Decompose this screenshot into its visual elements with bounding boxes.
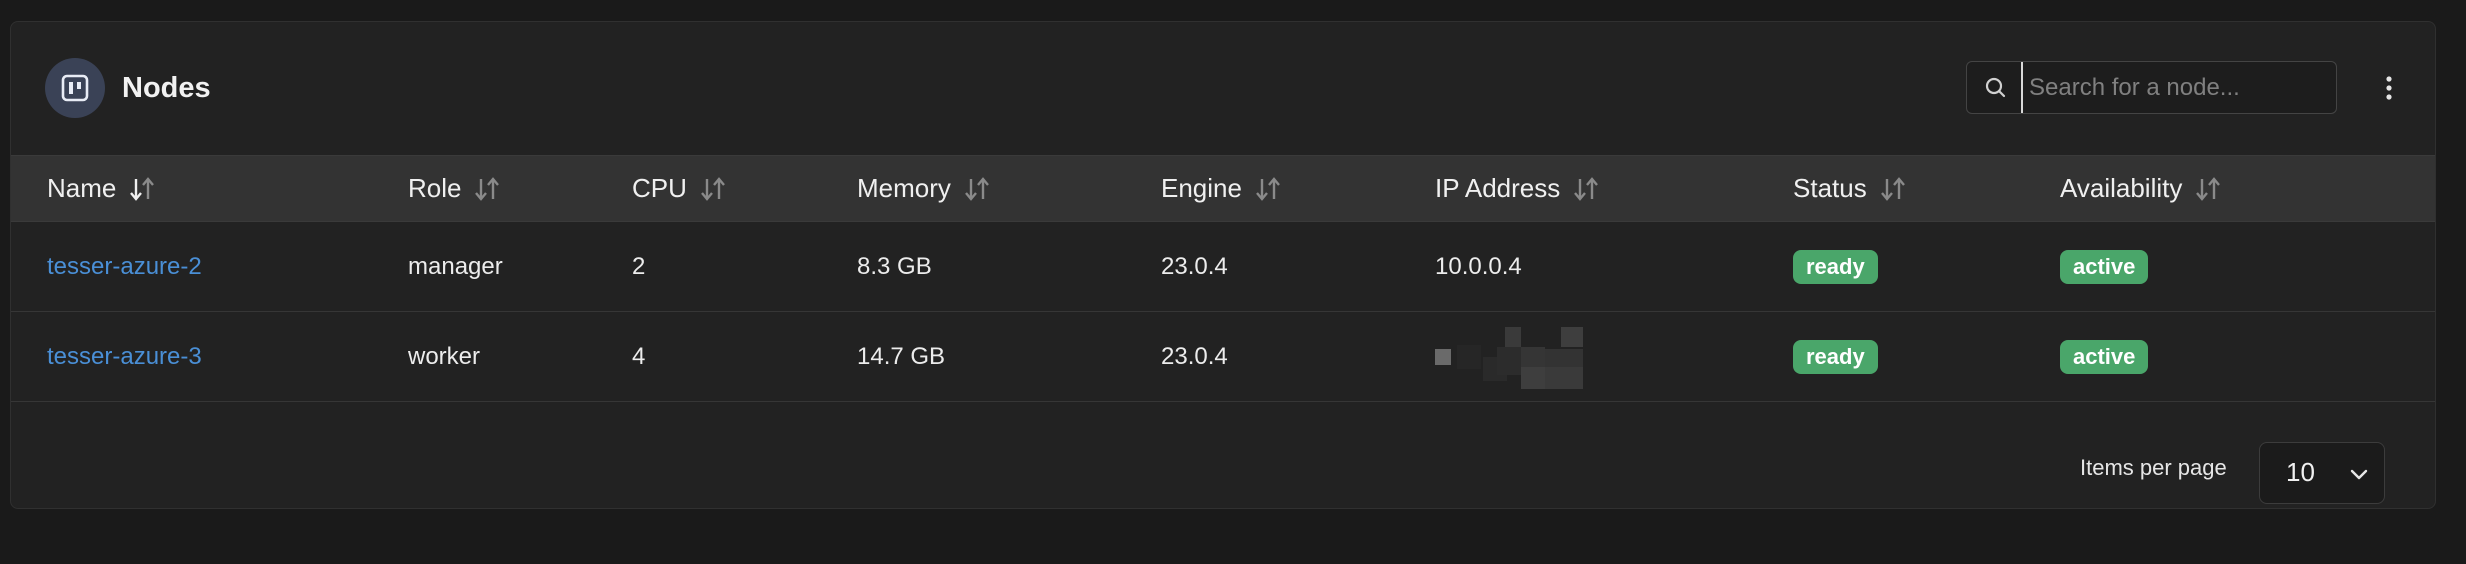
ip-address-cell: 10.0.0.4 bbox=[1435, 253, 1522, 280]
availability-cell: active bbox=[2060, 222, 2149, 312]
search-input[interactable] bbox=[2021, 62, 2321, 113]
column-label: Role bbox=[408, 173, 462, 203]
availability-badge: active bbox=[2060, 340, 2149, 374]
sort-arrows-icon bbox=[700, 176, 725, 201]
sort-arrows-icon bbox=[1574, 176, 1599, 201]
kebab-menu-icon bbox=[2386, 76, 2392, 100]
status-cell: ready bbox=[1793, 312, 1878, 402]
table-row: tesser-azure-3 worker 4 14.7 GB 23.0.4 r… bbox=[11, 312, 2435, 402]
redacted-ip-address bbox=[1435, 325, 1595, 389]
cpu-cell: 2 bbox=[632, 253, 646, 280]
column-label: Memory bbox=[857, 173, 951, 203]
column-header-memory[interactable]: Memory bbox=[857, 156, 993, 221]
sort-arrows-icon bbox=[475, 176, 500, 201]
chevron-down-icon bbox=[2350, 469, 2368, 480]
items-per-page-label: Items per page bbox=[2080, 455, 2227, 480]
more-options-button[interactable] bbox=[2371, 70, 2407, 106]
search-box[interactable] bbox=[1966, 61, 2337, 114]
column-label: Name bbox=[47, 173, 117, 203]
sort-arrows-icon bbox=[1880, 176, 1905, 201]
panel-header: Nodes bbox=[11, 22, 2435, 155]
status-badge: ready bbox=[1793, 340, 1878, 374]
items-per-page-value: 10 bbox=[2286, 457, 2315, 487]
nodes-board-icon bbox=[45, 58, 105, 118]
role-cell: worker bbox=[408, 343, 481, 370]
engine-cell: 23.0.4 bbox=[1161, 343, 1228, 370]
column-label: IP Address bbox=[1435, 173, 1561, 203]
sort-arrows-icon bbox=[1256, 176, 1280, 201]
role-cell: manager bbox=[408, 253, 503, 280]
column-header-availability[interactable]: Availability bbox=[2060, 156, 2224, 221]
availability-badge: active bbox=[2060, 250, 2149, 284]
search-icon bbox=[1985, 77, 2006, 98]
page-title: Nodes bbox=[122, 72, 211, 104]
availability-cell: active bbox=[2060, 312, 2149, 402]
node-name-link[interactable]: tesser-azure-2 bbox=[47, 253, 202, 281]
column-header-role[interactable]: Role bbox=[408, 156, 503, 221]
table-header-row: Name Role CPU Memory Engine IP Address S… bbox=[11, 155, 2435, 222]
column-header-status[interactable]: Status bbox=[1793, 156, 1909, 221]
status-cell: ready bbox=[1793, 222, 1878, 312]
sort-desc-icon bbox=[130, 176, 155, 201]
memory-cell: 8.3 GB bbox=[857, 253, 932, 280]
status-badge: ready bbox=[1793, 250, 1878, 284]
column-label: CPU bbox=[632, 173, 687, 203]
sort-arrows-icon bbox=[2196, 176, 2221, 201]
node-name-link[interactable]: tesser-azure-3 bbox=[47, 343, 202, 371]
column-label: Status bbox=[1793, 173, 1867, 203]
nodes-panel: Nodes Name Rol bbox=[10, 21, 2436, 509]
column-header-engine[interactable]: Engine bbox=[1161, 156, 1284, 221]
items-per-page-select[interactable]: 10 bbox=[2259, 442, 2385, 504]
column-header-name[interactable]: Name bbox=[47, 156, 158, 221]
sort-arrows-icon bbox=[964, 176, 989, 201]
node-name-cell: tesser-azure-3 bbox=[47, 312, 202, 402]
column-label: Engine bbox=[1161, 173, 1242, 203]
node-name-cell: tesser-azure-2 bbox=[47, 222, 202, 312]
memory-cell: 14.7 GB bbox=[857, 343, 946, 370]
column-header-ip-address[interactable]: IP Address bbox=[1435, 156, 1602, 221]
table-row: tesser-azure-2 manager 2 8.3 GB 23.0.4 1… bbox=[11, 222, 2435, 312]
cpu-cell: 4 bbox=[632, 343, 646, 370]
column-label: Availability bbox=[2060, 173, 2183, 203]
ip-address-cell bbox=[1435, 312, 1595, 402]
engine-cell: 23.0.4 bbox=[1161, 253, 1228, 280]
column-header-cpu[interactable]: CPU bbox=[632, 156, 729, 221]
